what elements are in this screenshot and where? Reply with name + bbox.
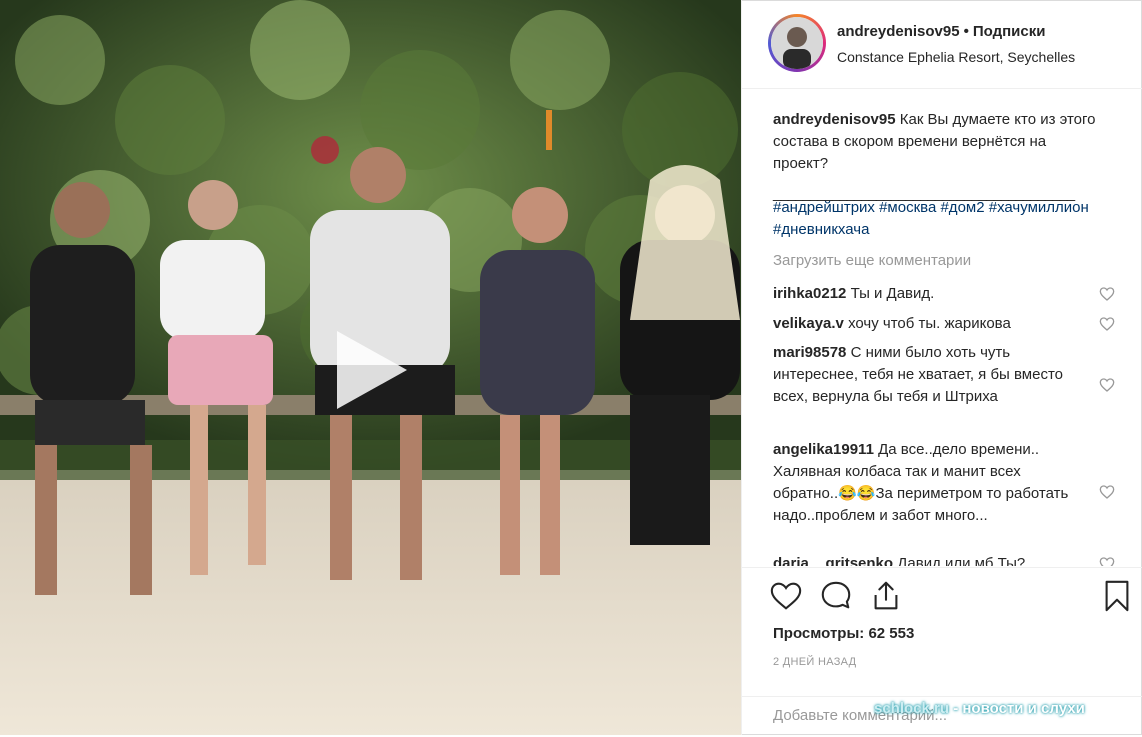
story-ring[interactable] [768, 14, 826, 72]
heart-icon[interactable] [1099, 316, 1115, 332]
comment-text: хочу чтоб ты. жарикова [848, 315, 1011, 332]
comment-username[interactable]: angelika19911 [773, 441, 874, 458]
watermark-site: schlock.ru [874, 700, 950, 717]
bookmark-icon[interactable] [1100, 579, 1134, 613]
hashtag[interactable]: #андрейштрих [773, 199, 875, 216]
comment-item: mari98578 С ними было хоть чуть интересн… [773, 342, 1073, 408]
separator-dot: • [963, 23, 969, 40]
comment-item: daria__gritsenko Давид или мб Ты? [773, 553, 1073, 566]
comment-item: irihka0212 Ты и Давид. [773, 283, 1073, 305]
heart-icon[interactable] [1099, 556, 1115, 566]
avatar[interactable] [771, 17, 823, 69]
post-timestamp[interactable]: 2 ДНЕЙ НАЗАД [773, 656, 856, 668]
author-username[interactable]: andreydenisov95 [837, 23, 960, 40]
comment-username[interactable]: irihka0212 [773, 285, 846, 302]
load-more-comments-button[interactable]: Загрузить еще комментарии [773, 252, 971, 269]
heart-icon[interactable] [1099, 484, 1115, 500]
comment-text: Давид или мб Ты? [897, 555, 1026, 566]
post-header: andreydenisov95 • Подписки Constance Ephel… [742, 0, 1142, 89]
hashtag[interactable]: #дом2 [940, 199, 984, 216]
watermark: schlock.ru - новости и слухи [874, 700, 1085, 717]
views-label: Просмотры: [773, 625, 865, 642]
caption-username[interactable]: andreydenisov95 [773, 111, 896, 128]
comments-section[interactable]: andreydenisov95 Как Вы думаете кто из эт… [742, 89, 1142, 566]
heart-icon[interactable] [769, 579, 803, 613]
following-button[interactable]: Подписки [973, 23, 1046, 40]
comment-item: velikaya.v хочу чтоб ты. жарикова [773, 313, 1073, 335]
heart-icon[interactable] [1099, 286, 1115, 302]
hashtag[interactable]: #дневникхача [773, 221, 869, 238]
comment-username[interactable]: velikaya.v [773, 315, 844, 332]
post-side-panel: andreydenisov95 • Подписки Constance Ephel… [741, 0, 1142, 735]
views-number: 62 553 [868, 625, 915, 642]
comment-icon[interactable] [819, 579, 853, 613]
comment-username[interactable]: daria__gritsenko [773, 555, 893, 566]
caption: andreydenisov95 Как Вы думаете кто из эт… [773, 109, 1103, 175]
views-count: Просмотры: 62 553 [773, 625, 914, 642]
hashtag[interactable]: #хачумиллион [989, 199, 1089, 216]
comment-username[interactable]: mari98578 [773, 344, 846, 361]
heart-icon[interactable] [1099, 377, 1115, 393]
hashtag[interactable]: #москва [879, 199, 936, 216]
comment-text: Ты и Давид. [850, 285, 935, 302]
share-icon[interactable] [869, 579, 903, 613]
watermark-text: - новости и слухи [949, 700, 1085, 717]
play-icon[interactable] [327, 325, 413, 415]
hashtags: #андрейштрих #москва #дом2 #хачумиллион … [773, 197, 1113, 241]
post-video[interactable] [0, 0, 741, 735]
comment-item: angelika19911 Да все..дело времени.. Хал… [773, 439, 1073, 527]
location-link[interactable]: Constance Ephelia Resort, Seychelles [837, 49, 1075, 65]
